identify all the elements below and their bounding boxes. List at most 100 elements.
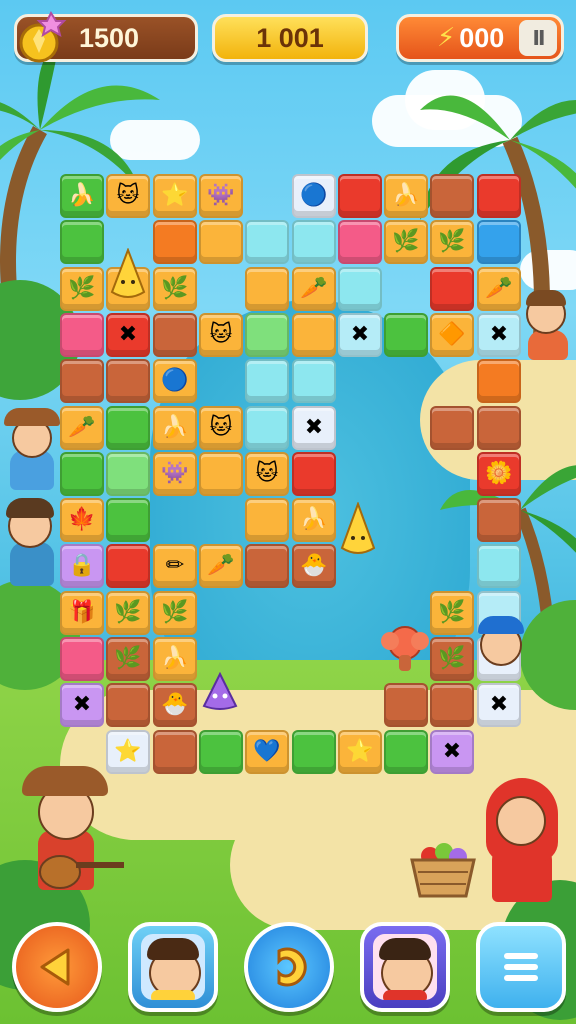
board-tile[interactable]: [245, 498, 289, 542]
board-tile[interactable]: [292, 220, 336, 264]
board-tile[interactable]: [245, 220, 289, 264]
board-tile[interactable]: 🌿: [60, 267, 104, 311]
board-tile[interactable]: 🍁: [60, 498, 104, 542]
end-turn-button[interactable]: [244, 922, 334, 1012]
board-tile[interactable]: [477, 174, 521, 218]
board-tile[interactable]: 🍌: [384, 174, 428, 218]
board-tile[interactable]: [106, 452, 150, 496]
board-tile[interactable]: [292, 730, 336, 774]
board-tile[interactable]: [60, 359, 104, 403]
board-tile[interactable]: 💙: [245, 730, 289, 774]
board-tile[interactable]: 👾: [199, 174, 243, 218]
board-tile[interactable]: 🌿: [106, 637, 150, 681]
board-tile[interactable]: [60, 313, 104, 357]
board-tile[interactable]: [430, 174, 474, 218]
board-tile[interactable]: [106, 498, 150, 542]
board-tile[interactable]: 🥕: [199, 544, 243, 588]
board-tile[interactable]: 🌿: [106, 591, 150, 635]
board-tile[interactable]: [477, 544, 521, 588]
board-tile[interactable]: [245, 406, 289, 450]
board-tile[interactable]: 🥕: [292, 267, 336, 311]
board-tile[interactable]: [430, 406, 474, 450]
board-tile[interactable]: [292, 452, 336, 496]
board-tile[interactable]: [338, 174, 382, 218]
board-tile[interactable]: 🐱: [199, 406, 243, 450]
board-tile[interactable]: [199, 730, 243, 774]
board-tile[interactable]: [60, 220, 104, 264]
board-tile[interactable]: ✖: [477, 683, 521, 727]
back-button[interactable]: [12, 922, 102, 1012]
board-tile[interactable]: ✏: [153, 544, 197, 588]
board-tile[interactable]: ⭐: [153, 174, 197, 218]
board-tile[interactable]: 👾: [153, 452, 197, 496]
tile-piece: 🍌: [300, 507, 328, 532]
pause-button[interactable]: II: [519, 20, 557, 56]
board-tile[interactable]: [477, 498, 521, 542]
board-tile[interactable]: [199, 220, 243, 264]
player1-button[interactable]: [128, 922, 218, 1012]
board-tile[interactable]: [153, 730, 197, 774]
cone-piece-water[interactable]: [340, 501, 376, 564]
board-tile[interactable]: 🍌: [292, 498, 336, 542]
board-tile[interactable]: 🐣: [292, 544, 336, 588]
board-tile[interactable]: 🌿: [430, 637, 474, 681]
board-tile[interactable]: 🌿: [153, 591, 197, 635]
board-tile[interactable]: 🍌: [60, 174, 104, 218]
board-tile[interactable]: 🥕: [477, 267, 521, 311]
board-tile[interactable]: 🌿: [430, 220, 474, 264]
board-tile[interactable]: ✖: [292, 406, 336, 450]
board-tile[interactable]: [292, 359, 336, 403]
board-tile[interactable]: [106, 359, 150, 403]
board-tile[interactable]: ✖: [106, 313, 150, 357]
board-tile[interactable]: 🍌: [153, 406, 197, 450]
board-tile[interactable]: [245, 359, 289, 403]
board-tile[interactable]: [106, 406, 150, 450]
board-tile[interactable]: [338, 220, 382, 264]
board-tile[interactable]: 🔵: [292, 174, 336, 218]
board-tile[interactable]: [430, 267, 474, 311]
board-tile[interactable]: 🌼: [477, 452, 521, 496]
board-tile[interactable]: 🍌: [153, 637, 197, 681]
menu-button[interactable]: [476, 922, 566, 1012]
board-tile[interactable]: 🐱: [245, 452, 289, 496]
board-tile[interactable]: [384, 683, 428, 727]
board-tile[interactable]: ✖: [338, 313, 382, 357]
board-tile[interactable]: 🐱: [106, 174, 150, 218]
board-tile[interactable]: [245, 313, 289, 357]
board-tile[interactable]: 🎁: [60, 591, 104, 635]
board-tile[interactable]: [477, 359, 521, 403]
flower-creature[interactable]: [378, 625, 432, 679]
board-tile[interactable]: [384, 313, 428, 357]
board-tile[interactable]: [477, 406, 521, 450]
board-tile[interactable]: 🔵: [153, 359, 197, 403]
board-tile[interactable]: ✖: [477, 313, 521, 357]
board-tile[interactable]: 🥕: [60, 406, 104, 450]
board-tile[interactable]: [338, 267, 382, 311]
board-tile[interactable]: [430, 683, 474, 727]
board-tile[interactable]: [60, 452, 104, 496]
board-tile[interactable]: 🔶: [430, 313, 474, 357]
board-tile[interactable]: 🐱: [199, 313, 243, 357]
player2-button[interactable]: [360, 922, 450, 1012]
board-tile[interactable]: 🌿: [153, 267, 197, 311]
board-tile[interactable]: [60, 637, 104, 681]
board-tile[interactable]: ✖: [430, 730, 474, 774]
board-tile[interactable]: [245, 544, 289, 588]
board-tile[interactable]: [292, 313, 336, 357]
board-tile[interactable]: 🔒: [60, 544, 104, 588]
board-tile[interactable]: ✖: [60, 683, 104, 727]
board-tile[interactable]: [153, 220, 197, 264]
cone-piece-top[interactable]: [110, 247, 146, 308]
board-tile[interactable]: [245, 267, 289, 311]
board-tile[interactable]: 🐣: [153, 683, 197, 727]
board-tile[interactable]: 🌿: [430, 591, 474, 635]
board-tile[interactable]: [106, 544, 150, 588]
board-tile[interactable]: [199, 452, 243, 496]
board-tile[interactable]: [106, 683, 150, 727]
board-tile[interactable]: [477, 220, 521, 264]
board-tile[interactable]: 🌿: [384, 220, 428, 264]
purple-creature[interactable]: [198, 671, 242, 718]
board-tile[interactable]: [153, 313, 197, 357]
board-tile[interactable]: ⭐: [338, 730, 382, 774]
board-tile[interactable]: [384, 730, 428, 774]
